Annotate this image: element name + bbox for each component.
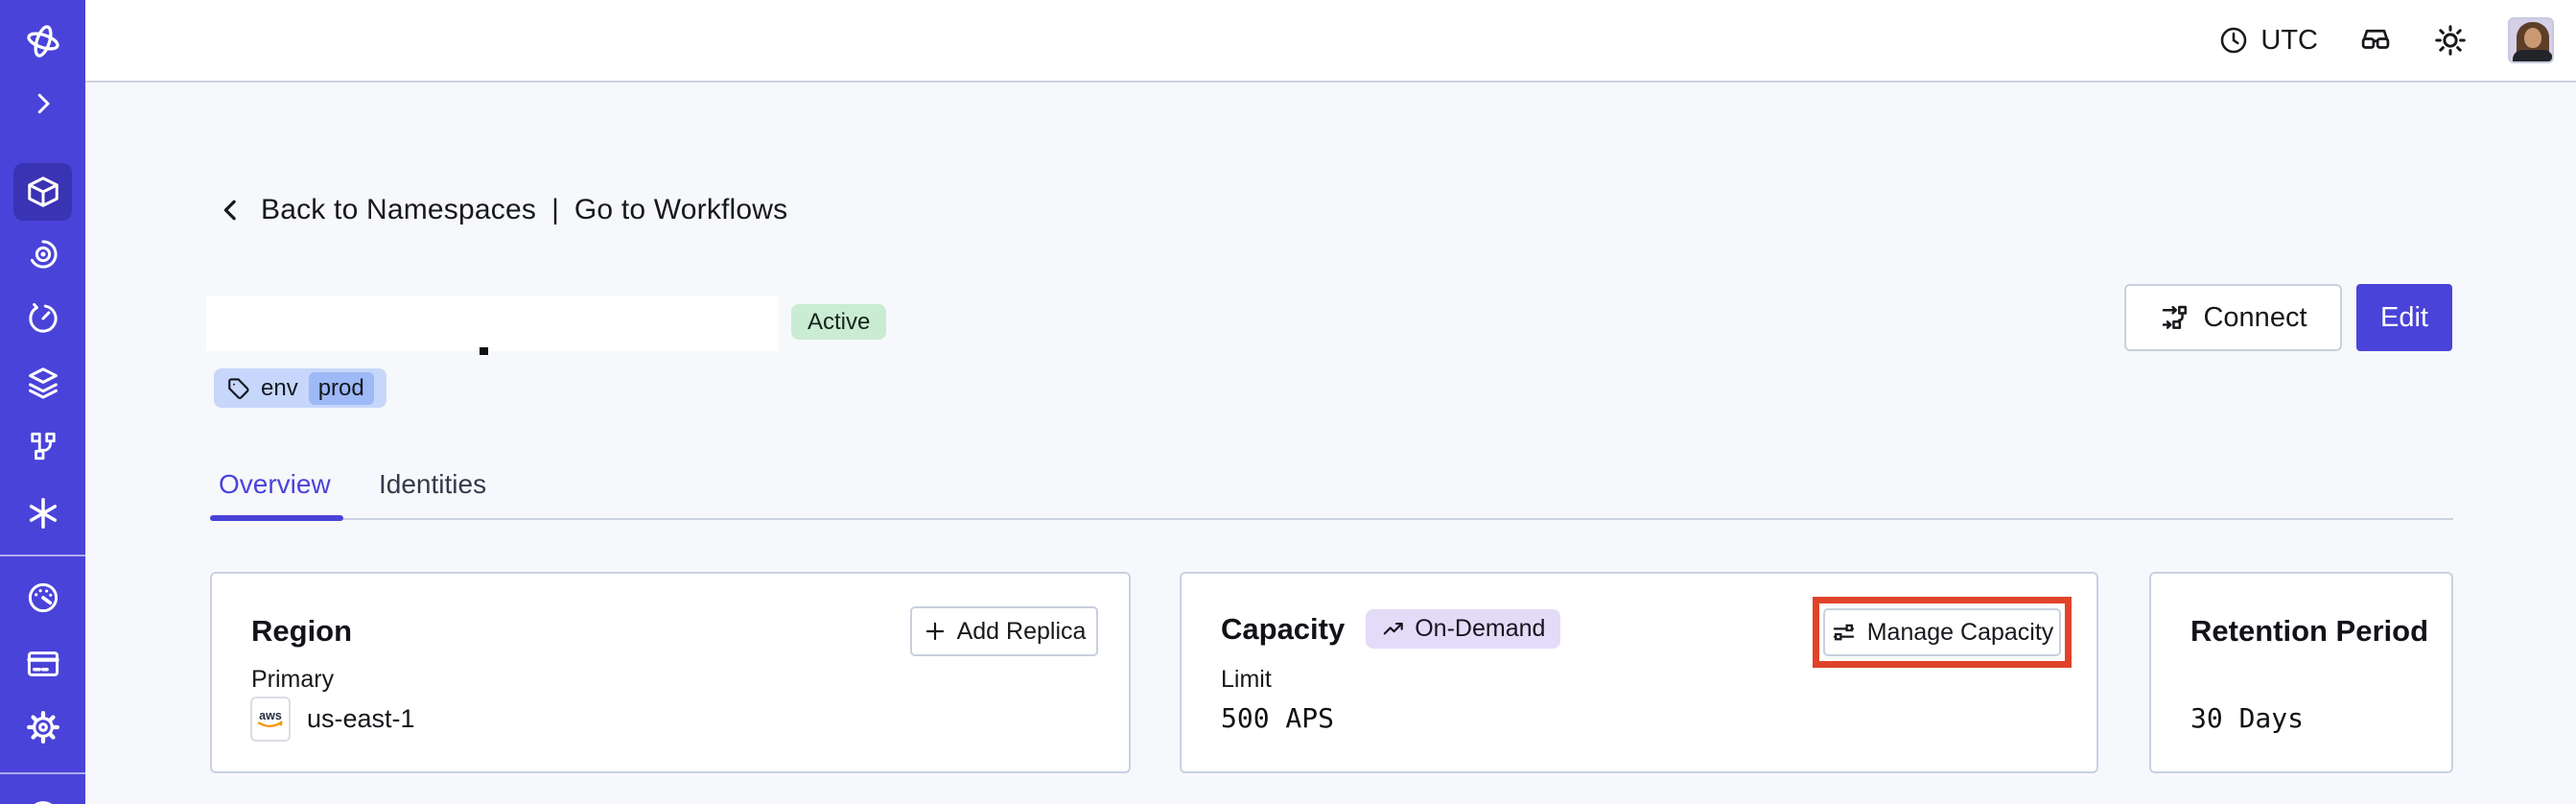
- back-arrow-icon[interactable]: [217, 196, 246, 225]
- temporal-logo-icon[interactable]: [24, 22, 62, 60]
- breadcrumb-back-link[interactable]: Back to Namespaces: [261, 194, 536, 226]
- status-badge: Active: [791, 304, 887, 340]
- annotation-highlight-box: Manage Capacity: [1813, 597, 2072, 668]
- region-value-row: aws us-east-1: [250, 697, 415, 742]
- sidebar-item-namespaces-cube-icon[interactable]: [25, 174, 61, 210]
- connect-button-label: Connect: [2203, 301, 2307, 333]
- sliders-icon: [1831, 620, 1857, 646]
- sidebar-item-deployments-branch-icon[interactable]: [26, 429, 60, 463]
- breadcrumb: Back to Namespaces | Go to Workflows: [217, 194, 787, 226]
- timezone-label: UTC: [2260, 24, 2318, 56]
- topbar: UTC: [85, 0, 2576, 83]
- sidebar-divider: [0, 555, 85, 556]
- capacity-value: 500 APS: [1221, 702, 1335, 734]
- namespace-tag[interactable]: env prod: [214, 368, 386, 408]
- sidebar-item-billing-card-icon[interactable]: [25, 646, 61, 682]
- sidebar-nav: [0, 0, 85, 804]
- tabs-rule: [210, 518, 2453, 520]
- retention-card: Retention Period 30 Days: [2149, 572, 2453, 773]
- sidebar-item-layers-icon[interactable]: [25, 365, 61, 401]
- sidebar-item-workflows-spiral-icon[interactable]: [25, 236, 61, 272]
- add-replica-button[interactable]: Add Replica: [910, 606, 1098, 656]
- namespace-title-redacted: [206, 296, 779, 351]
- region-card: Region Add Replica Primary aws us-east-1: [210, 572, 1131, 773]
- region-value: us-east-1: [307, 704, 415, 733]
- glasses-icon[interactable]: [2358, 23, 2393, 58]
- aws-logo-text: aws: [259, 709, 282, 722]
- connect-button[interactable]: Connect: [2124, 284, 2342, 351]
- sidebar-item-partial-bottom-icon[interactable]: [24, 797, 62, 804]
- app-window: UTC Back to Namespaces | Go to Workflows…: [0, 0, 2576, 804]
- add-replica-label: Add Replica: [956, 617, 1087, 645]
- sun-icon[interactable]: [2433, 23, 2468, 58]
- ondemand-badge-label: On-Demand: [1415, 615, 1546, 642]
- expand-chevron-right-icon[interactable]: [29, 89, 58, 118]
- user-avatar[interactable]: [2508, 17, 2554, 63]
- aws-logo-icon: aws: [250, 697, 291, 742]
- tag-icon: [225, 376, 250, 401]
- trend-up-icon: [1381, 617, 1406, 642]
- sidebar-item-settings-gear-icon[interactable]: [25, 709, 61, 745]
- tab-identities[interactable]: Identities: [379, 469, 486, 500]
- timezone-selector[interactable]: UTC: [2218, 25, 2318, 57]
- region-card-title: Region: [251, 614, 353, 648]
- capacity-card: Capacity On-Demand Manage Capacity Limit…: [1180, 572, 2098, 773]
- breadcrumb-workflows-link[interactable]: Go to Workflows: [574, 194, 788, 226]
- sidebar-item-nexus-asterisk-icon[interactable]: [25, 495, 61, 532]
- tag-key: env: [261, 374, 298, 401]
- capacity-title-row: Capacity On-Demand: [1221, 609, 1561, 649]
- sidebar-item-usage-gauge-icon[interactable]: [25, 579, 61, 616]
- manage-capacity-label: Manage Capacity: [1866, 618, 2054, 646]
- tab-overview[interactable]: Overview: [219, 469, 331, 500]
- clock-icon: [2218, 25, 2249, 56]
- capacity-field-label: Limit: [1221, 666, 1272, 693]
- avatar-shirt: [2513, 50, 2552, 61]
- breadcrumb-separator: |: [551, 194, 559, 225]
- ondemand-badge: On-Demand: [1366, 609, 1561, 649]
- plus-icon: [923, 619, 948, 644]
- retention-value: 30 Days: [2190, 702, 2305, 734]
- avatar-face: [2524, 28, 2541, 48]
- sidebar-divider-bottom: [0, 772, 85, 774]
- connect-icon: [2159, 302, 2190, 333]
- retention-card-title: Retention Period: [2190, 614, 2429, 648]
- edit-button[interactable]: Edit: [2356, 284, 2452, 351]
- redaction-artifact: [480, 347, 488, 355]
- region-field-label: Primary: [251, 666, 335, 693]
- manage-capacity-button[interactable]: Manage Capacity: [1823, 608, 2061, 656]
- tag-value-chip: prod: [308, 371, 374, 405]
- capacity-card-title: Capacity: [1221, 612, 1346, 646]
- sidebar-item-schedules-timer-icon[interactable]: [25, 300, 61, 337]
- tab-active-underline: [210, 515, 343, 521]
